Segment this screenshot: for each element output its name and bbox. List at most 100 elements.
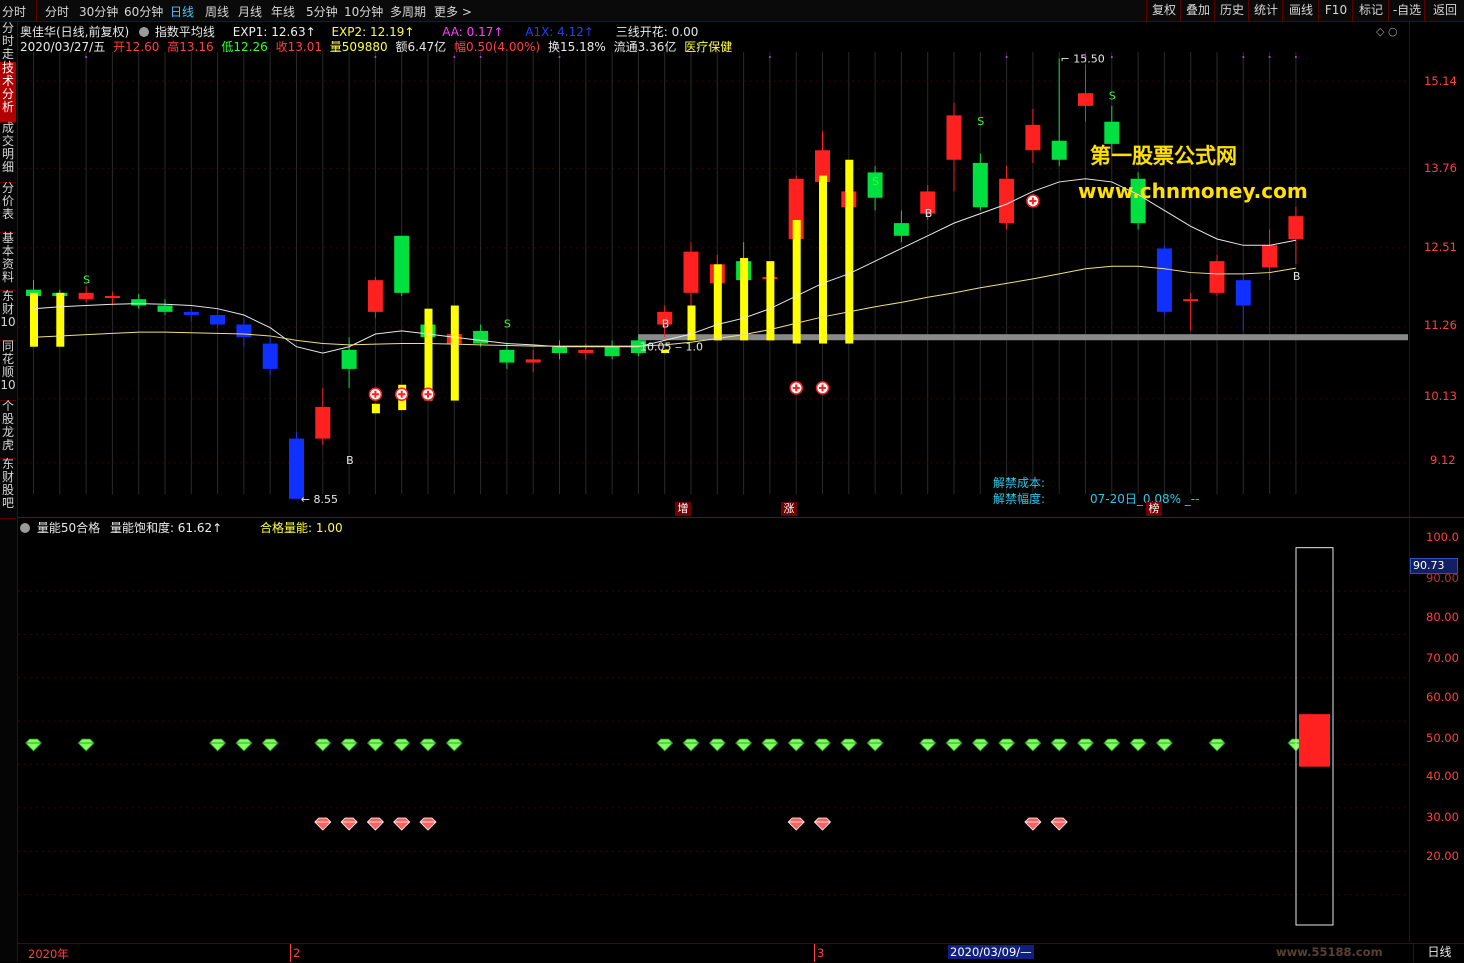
month-divider — [290, 944, 291, 962]
candle-body — [499, 349, 515, 363]
period-tab-4[interactable]: 周线 — [205, 3, 229, 20]
toolbar-button-5[interactable]: F10 — [1318, 0, 1353, 21]
price-tick: 13.76 — [1424, 161, 1457, 175]
toolbar-button-3[interactable]: 统计 — [1248, 0, 1283, 21]
candle-body — [1183, 299, 1199, 302]
green-diamond-icon — [24, 738, 43, 752]
sidebar-tab-7[interactable]: 个股龙虎 — [0, 400, 16, 459]
green-diamond-icon — [735, 738, 753, 752]
candle-body — [131, 299, 147, 306]
event-dot — [1084, 56, 1087, 58]
candle-body — [946, 115, 962, 160]
green-diamond-icon — [340, 738, 358, 752]
tab-fenshi-left[interactable]: 分时 — [2, 3, 26, 20]
watermark-55188: www.55188.com — [1276, 945, 1383, 959]
signal-volume-bar — [713, 264, 722, 341]
sub-axis: 100.0 90.73 90.00 80.00 70.00 60.00 50.0… — [1409, 518, 1464, 942]
price-tick: 15.14 — [1424, 74, 1457, 88]
green-diamond-icon — [656, 738, 674, 752]
toolbar-button-0[interactable]: 复权 — [1146, 0, 1181, 21]
period-tab-7[interactable]: 5分钟 — [306, 3, 338, 20]
buy-signal-b: B — [1293, 270, 1301, 283]
toolbar-separator — [36, 0, 37, 21]
period-tab-8[interactable]: 10分钟 — [344, 3, 383, 20]
kline-chart[interactable]: SSSSSBBBBB⌐ 15.50← 8.5510.05 ‒ 1.0 — [18, 22, 1408, 517]
sub-tick: 70.00 — [1426, 651, 1459, 665]
sell-signal-s: S — [977, 115, 984, 128]
sidebar-tab-0[interactable]: 分时走势 — [0, 22, 16, 74]
green-diamond-icon — [314, 738, 332, 752]
volume-indicator-chart[interactable] — [18, 518, 1408, 942]
red-diamond-icon — [813, 817, 832, 831]
period-tab-6[interactable]: 年线 — [271, 3, 295, 20]
unlock-value: 07-20日_0.08% _-- — [1090, 492, 1200, 506]
watermark-title: 第一股票公式网 — [1090, 144, 1237, 168]
sidebar-tab-2[interactable]: 成交明细 — [0, 122, 16, 183]
period-tab-1[interactable]: 30分钟 — [79, 3, 118, 20]
green-diamond-icon — [445, 738, 463, 752]
price-axis: 15.14 13.76 12.51 11.26 10.13 9.12 — [1409, 22, 1464, 517]
green-diamond-icon — [1155, 738, 1173, 752]
period-tab-0[interactable]: 分时 — [45, 3, 69, 20]
candle-body — [1051, 140, 1067, 160]
green-diamond-icon — [77, 738, 95, 752]
saturation-gauge-fill — [1299, 714, 1330, 767]
candle-body — [367, 280, 383, 312]
sidebar-tab-5[interactable]: 东财10 — [0, 290, 16, 341]
sub-tick: 60.00 — [1426, 690, 1459, 704]
red-diamond-icon — [393, 817, 411, 831]
green-diamond-icon — [761, 738, 779, 752]
period-tab-3[interactable]: 日线 — [170, 3, 194, 20]
period-tab-2[interactable]: 60分钟 — [124, 3, 163, 20]
event-dot — [1268, 56, 1271, 58]
signal-volume-bar — [845, 159, 854, 344]
toolbar-button-8[interactable]: 返回 — [1424, 0, 1464, 21]
candle-body — [183, 311, 199, 316]
mid-price-marker: 10.05 ‒ 1.0 — [640, 341, 703, 354]
candle-body — [999, 178, 1015, 224]
toolbar-button-4[interactable]: 画线 — [1282, 0, 1319, 21]
sub-tick: 80.00 — [1426, 610, 1459, 624]
sidebar-tab-8[interactable]: 东财股吧 — [0, 458, 16, 519]
sidebar-tab-4[interactable]: 基本资料 — [0, 232, 16, 291]
candle-body — [104, 296, 120, 299]
candle-body — [1262, 245, 1278, 268]
toolbar-button-6[interactable]: 标记 — [1352, 0, 1389, 21]
sidebar-tab-3[interactable]: 分价表 — [0, 182, 16, 233]
low-price-marker: ← 8.55 — [301, 493, 338, 506]
period-tab-9[interactable]: 多周期 — [390, 3, 426, 20]
event-dot — [1242, 56, 1245, 58]
sell-signal-s: S — [1109, 90, 1116, 103]
sidebar-tab-6[interactable]: 同花顺10 — [0, 340, 16, 401]
event-dot — [374, 56, 377, 58]
red-diamond-icon — [1050, 817, 1068, 831]
period-tab-5[interactable]: 月线 — [238, 3, 262, 20]
volume-indicator-panel[interactable]: 量能50合格 量能饱和度: 61.62↑ 合格量能: 1.00 — [18, 518, 1408, 942]
candle-body — [525, 359, 541, 363]
green-diamond-icon — [1024, 738, 1042, 752]
period-tab-10[interactable]: 更多 > — [434, 3, 472, 20]
event-badge-bang[interactable]: 榜 — [1146, 502, 1162, 516]
period-indicator-button[interactable]: 日线 — [1413, 943, 1464, 962]
kline-panel[interactable]: 奥佳华(日线,前复权) 指数平均线 EXP1: 12.63↑ EXP2: 12.… — [18, 22, 1408, 517]
green-diamond-icon — [919, 738, 937, 752]
event-badge-zhang[interactable]: 涨 — [781, 502, 797, 516]
candle-body — [1078, 93, 1093, 106]
red-diamond-icon — [787, 817, 805, 831]
watermark-url: www.chnmoney.com — [1078, 179, 1308, 203]
signal-volume-bar — [371, 403, 380, 414]
sub-tick: 30.00 — [1426, 810, 1459, 824]
candle-body — [1209, 261, 1225, 293]
event-badge-zeng[interactable]: 增 — [675, 502, 691, 516]
toolbar-button-2[interactable]: 历史 — [1214, 0, 1249, 21]
toolbar-button-1[interactable]: 叠加 — [1180, 0, 1215, 21]
date-label-month3: 3 — [817, 946, 825, 960]
price-tick: 11.26 — [1424, 318, 1457, 332]
sub-tick: 40.00 — [1426, 769, 1459, 783]
event-dot — [453, 56, 456, 58]
candle-body — [315, 406, 331, 439]
signal-volume-bar — [687, 305, 696, 341]
toolbar-button-7[interactable]: -自选 — [1388, 0, 1425, 21]
sidebar-tab-1[interactable]: 技术分析 — [0, 62, 16, 123]
green-diamond-icon — [787, 738, 805, 752]
